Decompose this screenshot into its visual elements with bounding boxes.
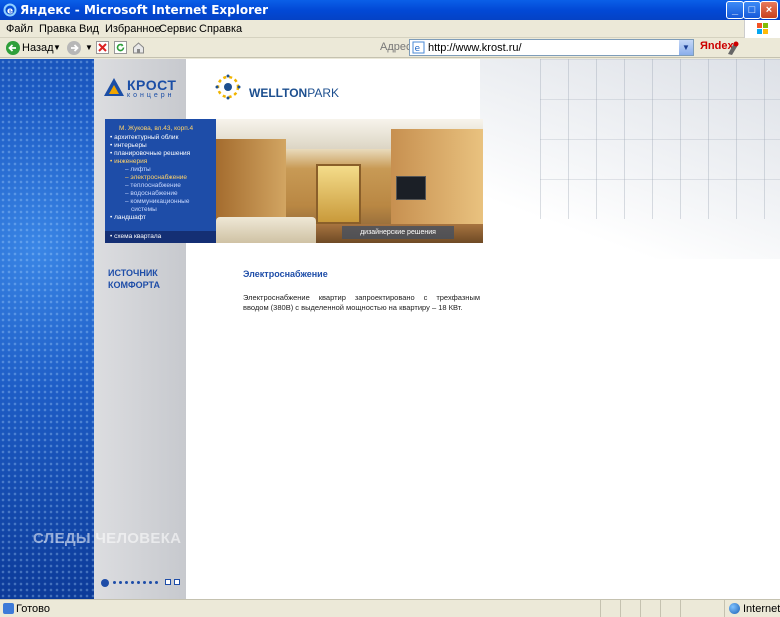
menu-link-engineering[interactable]: • инженерия — [110, 158, 147, 166]
photo-caption-button[interactable]: дизайнерские решения — [342, 226, 454, 239]
menu-file[interactable]: Файл — [6, 22, 33, 36]
status-text: Готово — [16, 603, 50, 615]
krost-logo-icon — [104, 78, 124, 96]
scheme-link[interactable]: • схема квартала — [105, 231, 216, 243]
globe-icon — [729, 603, 740, 614]
title-bar: e Яндекс - Microsoft Internet Explorer _… — [0, 0, 780, 20]
forward-arrow-icon[interactable] — [66, 40, 82, 56]
menu-bar: Файл Правка Вид Избранное Сервис Справка — [0, 20, 780, 38]
pager-dot[interactable] — [113, 581, 116, 584]
pager-dot[interactable] — [131, 581, 134, 584]
wellton-park-logo[interactable]: WELLTONPARK — [213, 72, 343, 102]
browser-window: e Яндекс - Microsoft Internet Explorer _… — [0, 0, 780, 617]
menu-link-architecture[interactable]: • архитектурный облик — [110, 134, 178, 142]
krost-logo-text: КРОСТ — [127, 77, 177, 93]
pager — [101, 579, 183, 587]
light-dots-decoration — [0, 59, 94, 599]
forward-dropdown-icon[interactable]: ▼ — [85, 40, 93, 56]
photo-sofa — [216, 217, 316, 243]
menu-help[interactable]: Справка — [199, 22, 242, 36]
wellton-word: WELLTON — [249, 86, 308, 100]
back-arrow-icon[interactable] — [5, 40, 21, 56]
status-separator — [660, 600, 661, 617]
menu-view[interactable]: Вид — [79, 22, 99, 36]
park-word: PARK — [307, 86, 340, 100]
menu-link-communications-cont[interactable]: системы — [131, 206, 157, 214]
pager-dot[interactable] — [137, 581, 140, 584]
ie-icon: e — [3, 3, 17, 17]
status-separator — [680, 600, 681, 617]
address-dropdown-icon[interactable]: ▼ — [679, 40, 693, 55]
menu-link-layouts[interactable]: • планировочные решения — [110, 150, 190, 158]
menu-edit[interactable]: Правка — [39, 22, 76, 36]
building-decoration — [540, 59, 780, 219]
menu-link-water[interactable]: – водоснабжение — [125, 190, 178, 198]
menu-link-electricity[interactable]: – электроснабжение — [125, 174, 187, 182]
banner-address: М. Жукова, вл.43, корп.4 — [119, 125, 194, 132]
zone-text: Internet — [743, 603, 780, 615]
toolbar: Назад ▼ ▼ Адрес: e http://www.krost.ru/ … — [0, 38, 780, 58]
minimize-button[interactable]: _ — [726, 1, 744, 19]
address-input[interactable]: http://www.krost.ru/ — [428, 41, 522, 55]
wellton-logo-text: WELLTONPARK — [249, 86, 339, 100]
page-viewport: КРОСТ концерн WELLTONPARK М. Жукова, вл.… — [0, 59, 780, 599]
pager-square[interactable] — [165, 579, 171, 585]
pager-dot[interactable] — [143, 581, 146, 584]
close-button[interactable]: × — [760, 1, 778, 19]
maximize-button[interactable]: □ — [743, 1, 761, 19]
slogan: ИСТОЧНИК КОМФОРТА — [108, 267, 160, 291]
content-text: Электроснабжение квартир запроектировано… — [243, 293, 480, 312]
pager-dot[interactable] — [119, 581, 122, 584]
windows-flag-icon — [744, 20, 780, 38]
slogan-line-1: ИСТОЧНИК — [108, 268, 158, 278]
pager-square[interactable] — [174, 579, 180, 585]
security-zone[interactable]: Internet — [724, 600, 780, 617]
pager-dot[interactable] — [155, 581, 158, 584]
back-dropdown-icon[interactable]: ▼ — [53, 40, 61, 56]
status-separator — [620, 600, 621, 617]
interior-photo: дизайнерские решения — [216, 119, 483, 243]
menu-link-elevators[interactable]: – лифты — [125, 166, 151, 174]
stop-icon[interactable] — [96, 41, 109, 54]
pager-dot[interactable] — [125, 581, 128, 584]
pager-current-dot[interactable] — [101, 579, 109, 587]
status-separator — [640, 600, 641, 617]
footer-slogan: СЛЕДЫ ЧЕЛОВЕКА — [33, 530, 182, 547]
menu-favorites[interactable]: Избранное — [105, 22, 161, 36]
window-title: Яндекс - Microsoft Internet Explorer — [20, 3, 269, 17]
menu-tools[interactable]: Сервис — [159, 22, 197, 36]
krost-logo[interactable]: КРОСТ концерн — [103, 77, 183, 99]
content-title: Электроснабжение — [243, 269, 328, 279]
photo-door — [316, 164, 361, 224]
status-bar: Готово Internet — [0, 599, 780, 617]
menu-link-landscape[interactable]: • ландшафт — [110, 214, 146, 222]
address-bar[interactable]: e http://www.krost.ru/ ▼ — [409, 39, 694, 56]
photo-wall-left — [216, 139, 286, 229]
status-separator — [600, 600, 601, 617]
back-button[interactable]: Назад — [22, 40, 54, 56]
page-icon: e — [412, 41, 425, 54]
menu-link-interiors[interactable]: • интерьеры — [110, 142, 147, 150]
pager-dot[interactable] — [149, 581, 152, 584]
menu-link-communications[interactable]: – коммуникационные — [125, 198, 189, 206]
banner-menu: М. Жукова, вл.43, корп.4 • архитектурный… — [105, 119, 216, 243]
page-status-icon — [3, 603, 14, 614]
menu-link-heating[interactable]: – теплоснабжение — [125, 182, 181, 190]
photo-tv — [396, 176, 426, 200]
yandex-tool-icon[interactable] — [726, 40, 740, 56]
svg-text:e: e — [415, 44, 421, 54]
krost-logo-subtitle: концерн — [127, 92, 175, 99]
slogan-line-2: КОМФОРТА — [108, 280, 160, 290]
refresh-icon[interactable] — [114, 41, 127, 54]
home-icon[interactable] — [132, 41, 145, 54]
wellton-logo-icon — [215, 74, 241, 100]
svg-text:e: e — [7, 7, 13, 17]
